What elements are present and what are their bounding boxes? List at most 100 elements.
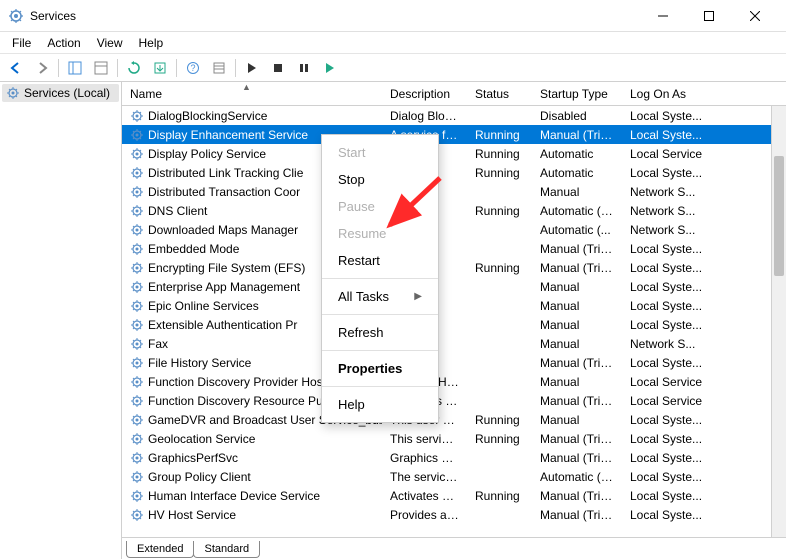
service-row[interactable]: HV Host ServiceProvides an ...Manual (Tr… [122, 505, 786, 524]
column-startup-type[interactable]: Startup Type [532, 83, 622, 105]
service-row[interactable]: Distributed Transaction Coores...ManualN… [122, 182, 786, 201]
gear-icon [130, 489, 144, 503]
restart-service-button[interactable] [318, 57, 342, 79]
pause-service-button[interactable] [292, 57, 316, 79]
service-row[interactable]: Extensible Authentication Pr...ManualLoc… [122, 315, 786, 334]
context-pause: Pause [322, 193, 438, 220]
menu-file[interactable]: File [4, 34, 39, 52]
column-description[interactable]: Description [382, 83, 467, 105]
service-startup-cell: Manual [532, 336, 622, 352]
service-row[interactable]: Faxu...ManualNetwork S... [122, 334, 786, 353]
start-service-button[interactable] [240, 57, 264, 79]
toolbar-separator [58, 59, 59, 77]
context-all-tasks[interactable]: All Tasks▶ [322, 283, 438, 310]
service-row[interactable]: Display Enhancement ServiceA service fo.… [122, 125, 786, 144]
scrollbar-thumb[interactable] [774, 156, 784, 276]
service-logon-cell: Local Syste... [622, 298, 786, 314]
service-startup-cell: Manual [532, 317, 622, 333]
gear-icon [130, 242, 144, 256]
column-status[interactable]: Status [467, 83, 532, 105]
service-logon-cell: Local Syste... [622, 279, 786, 295]
service-desc-cell: Graphics pe... [382, 450, 467, 466]
service-row[interactable]: File History Service...Manual (Trig...Lo… [122, 353, 786, 372]
tree-item-label: Services (Local) [24, 86, 110, 100]
toolbar-separator [235, 59, 236, 77]
service-row[interactable]: DialogBlockingServiceDialog Bloc...Disab… [122, 106, 786, 125]
service-row[interactable]: Geolocation ServiceThis service ...Runni… [122, 429, 786, 448]
show-hide-console-button[interactable] [89, 57, 113, 79]
menu-help[interactable]: Help [131, 34, 172, 52]
tab-extended[interactable]: Extended [126, 541, 194, 558]
service-startup-cell: Manual (Trig... [532, 260, 622, 276]
service-name-cell: Group Policy Client [122, 469, 382, 485]
gear-icon [130, 394, 144, 408]
service-status-cell [467, 514, 532, 516]
tree-item-services-local[interactable]: Services (Local) [2, 84, 119, 102]
service-logon-cell: Local Syste... [622, 127, 786, 143]
menu-view[interactable]: View [89, 34, 131, 52]
service-row[interactable]: Distributed Link Tracking Clieli...Runni… [122, 163, 786, 182]
export-button[interactable] [148, 57, 172, 79]
context-stop[interactable]: Stop [322, 166, 438, 193]
stop-service-button[interactable] [266, 57, 290, 79]
refresh-button[interactable] [122, 57, 146, 79]
service-row[interactable]: Downloaded Maps Managere...Automatic (..… [122, 220, 786, 239]
show-hide-tree-button[interactable] [63, 57, 87, 79]
service-row[interactable]: GraphicsPerfSvcGraphics pe...Manual (Tri… [122, 448, 786, 467]
context-separator [322, 386, 438, 387]
minimize-button[interactable] [640, 0, 686, 32]
forward-button[interactable] [30, 57, 54, 79]
context-separator [322, 350, 438, 351]
service-status-cell: Running [467, 260, 532, 276]
column-name[interactable]: Name▲ [122, 83, 382, 105]
service-row[interactable]: Display Policy Serviceh...RunningAutomat… [122, 144, 786, 163]
service-status-cell: Running [467, 127, 532, 143]
list-body[interactable]: DialogBlockingServiceDialog Bloc...Disab… [122, 106, 786, 537]
context-menu: Start Stop Pause Resume Restart All Task… [321, 134, 439, 423]
service-logon-cell: Local Syste... [622, 108, 786, 124]
service-logon-cell: Network S... [622, 184, 786, 200]
service-startup-cell: Automatic [532, 165, 622, 181]
service-row[interactable]: Epic Online Services...ManualLocal Syste… [122, 296, 786, 315]
service-status-cell: Running [467, 203, 532, 219]
service-status-cell [467, 115, 532, 117]
column-log-on-as[interactable]: Log On As [622, 83, 786, 105]
service-row[interactable]: Function Discovery Provider HostThe FDPH… [122, 372, 786, 391]
service-row[interactable]: Embedded Mode...Manual (Trig...Local Sys… [122, 239, 786, 258]
help-button[interactable]: ? [181, 57, 205, 79]
context-help[interactable]: Help [322, 391, 438, 418]
service-row[interactable]: DNS Clientli...RunningAutomatic (T...Net… [122, 201, 786, 220]
vertical-scrollbar[interactable] [771, 106, 786, 537]
service-logon-cell: Local Syste... [622, 355, 786, 371]
service-row[interactable]: Group Policy ClientThe service i...Autom… [122, 467, 786, 486]
service-logon-cell: Local Syste... [622, 317, 786, 333]
tab-standard[interactable]: Standard [193, 541, 260, 558]
service-row[interactable]: Enterprise App ManagementtManualLocal Sy… [122, 277, 786, 296]
service-row[interactable]: Function Discovery Resource PublicationP… [122, 391, 786, 410]
service-status-cell [467, 229, 532, 231]
service-status-cell [467, 381, 532, 383]
service-logon-cell: Local Syste... [622, 507, 786, 523]
gear-icon [130, 147, 144, 161]
service-startup-cell: Manual [532, 374, 622, 390]
service-row[interactable]: GameDVR and Broadcast User Service_bdbf9… [122, 410, 786, 429]
context-restart[interactable]: Restart [322, 247, 438, 274]
service-row[interactable]: Encrypting File System (EFS)n...RunningM… [122, 258, 786, 277]
close-button[interactable] [732, 0, 778, 32]
view-tabs: Extended Standard [122, 537, 786, 559]
context-refresh[interactable]: Refresh [322, 319, 438, 346]
maximize-button[interactable] [686, 0, 732, 32]
service-row[interactable]: Human Interface Device ServiceActivates … [122, 486, 786, 505]
gear-icon [130, 508, 144, 522]
service-startup-cell: Manual [532, 298, 622, 314]
back-button[interactable] [4, 57, 28, 79]
service-startup-cell: Manual (Trig... [532, 355, 622, 371]
menu-action[interactable]: Action [39, 34, 88, 52]
gear-icon [130, 432, 144, 446]
service-status-cell [467, 476, 532, 478]
service-logon-cell: Local Syste... [622, 431, 786, 447]
service-desc-cell: The service i... [382, 469, 467, 485]
properties-button[interactable] [207, 57, 231, 79]
service-startup-cell: Automatic [532, 146, 622, 162]
context-properties[interactable]: Properties [322, 355, 438, 382]
